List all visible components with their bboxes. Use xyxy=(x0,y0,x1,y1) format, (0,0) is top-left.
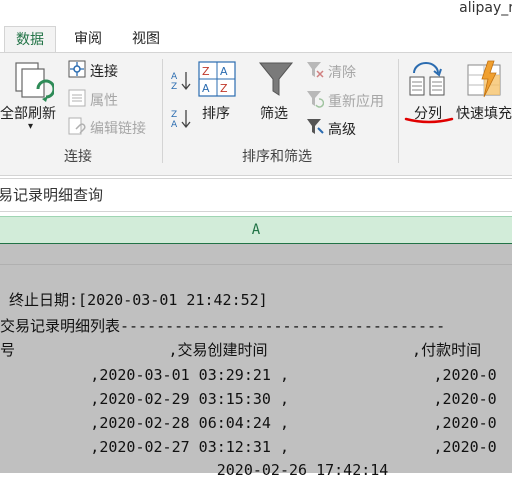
clear-filter-icon xyxy=(307,62,324,78)
group-label-sort-filter: 排序和筛选 xyxy=(242,149,312,165)
sort-descending-icon[interactable]: Z A xyxy=(170,107,192,129)
group-separator xyxy=(398,59,399,163)
column-header-bar: A xyxy=(0,216,512,245)
advanced-filter-icon xyxy=(307,119,324,134)
svg-text:Z: Z xyxy=(202,65,210,78)
tab-review[interactable]: 审阅 xyxy=(64,26,112,52)
connections-button[interactable]: 连接 xyxy=(90,61,118,81)
filter-icon[interactable] xyxy=(258,61,294,99)
refresh-all-button[interactable]: 全部刷新 xyxy=(0,103,56,123)
cell-row[interactable]: 2020-02-26 17:42:14 xyxy=(0,458,389,482)
formula-bar[interactable]: 易记录明细查询 xyxy=(0,178,512,212)
cell-row[interactable]: ,2020-03-01 03:29:21 , ,2020-0 xyxy=(0,363,496,387)
sort-ascending-icon[interactable]: A Z xyxy=(170,69,192,91)
text-to-columns-icon[interactable] xyxy=(408,61,448,97)
svg-text:Z: Z xyxy=(171,110,177,120)
tab-data[interactable]: 数据 xyxy=(4,26,56,53)
properties-icon xyxy=(68,89,86,107)
reapply-button[interactable]: 重新应用 xyxy=(328,91,384,111)
svg-text:Z: Z xyxy=(171,82,177,91)
formula-content[interactable]: 易记录明细查询 xyxy=(0,184,103,205)
cell-row[interactable]: ,2020-02-27 03:12:31 , ,2020-0 xyxy=(0,435,496,459)
cell-row[interactable]: 交易记录明细列表--------------------------------… xyxy=(0,314,445,338)
window-title: alipay_r xyxy=(459,0,512,16)
row-divider xyxy=(0,264,512,265)
cell-row[interactable]: ,2020-02-29 03:15:30 , ,2020-0 xyxy=(0,387,496,411)
red-underline-annotation xyxy=(404,117,454,124)
clear-button[interactable]: 清除 xyxy=(328,62,356,82)
sort-button[interactable]: 排序 xyxy=(202,103,230,123)
worksheet-grid[interactable]: 终止日期:[2020-03-01 21:42:52] 交易记录明细列表-----… xyxy=(0,244,512,479)
svg-text:A: A xyxy=(202,82,210,95)
cell-row[interactable]: 终止日期:[2020-03-01 21:42:52] xyxy=(0,288,268,312)
tab-view[interactable]: 视图 xyxy=(122,26,170,52)
sort-icon[interactable]: Z A A Z xyxy=(198,61,236,97)
svg-text:A: A xyxy=(171,120,178,129)
group-label-connections: 连接 xyxy=(64,149,92,165)
svg-text:Z: Z xyxy=(220,82,228,95)
title-bar: alipay_r xyxy=(0,0,512,22)
properties-button[interactable]: 属性 xyxy=(90,90,118,110)
reapply-icon xyxy=(307,91,324,108)
ribbon: 全部刷新 ▾ 连接 属性 编辑链接 连接 A Z Z A Z A A Z 排序 xyxy=(0,52,512,176)
svg-text:A: A xyxy=(171,72,178,82)
advanced-button[interactable]: 高级 xyxy=(328,119,356,139)
group-separator xyxy=(162,59,163,163)
edit-links-button[interactable]: 编辑链接 xyxy=(90,118,146,138)
refresh-dropdown-icon[interactable]: ▾ xyxy=(28,121,33,132)
flash-fill-icon[interactable] xyxy=(464,59,504,99)
connections-icon xyxy=(68,60,86,78)
ribbon-tabs: 数据 审阅 视图 xyxy=(0,22,512,53)
svg-text:A: A xyxy=(220,65,228,78)
filter-button[interactable]: 筛选 xyxy=(260,103,288,123)
edit-links-icon xyxy=(68,117,86,135)
cell-row[interactable]: ,2020-02-28 06:04:24 , ,2020-0 xyxy=(0,411,496,435)
cell-row[interactable]: 号 ,交易创建时间 ,付款时间 xyxy=(0,338,481,362)
refresh-all-icon[interactable] xyxy=(12,61,54,107)
column-header-a[interactable]: A xyxy=(0,217,512,243)
flash-fill-button[interactable]: 快速填充 xyxy=(456,103,512,123)
